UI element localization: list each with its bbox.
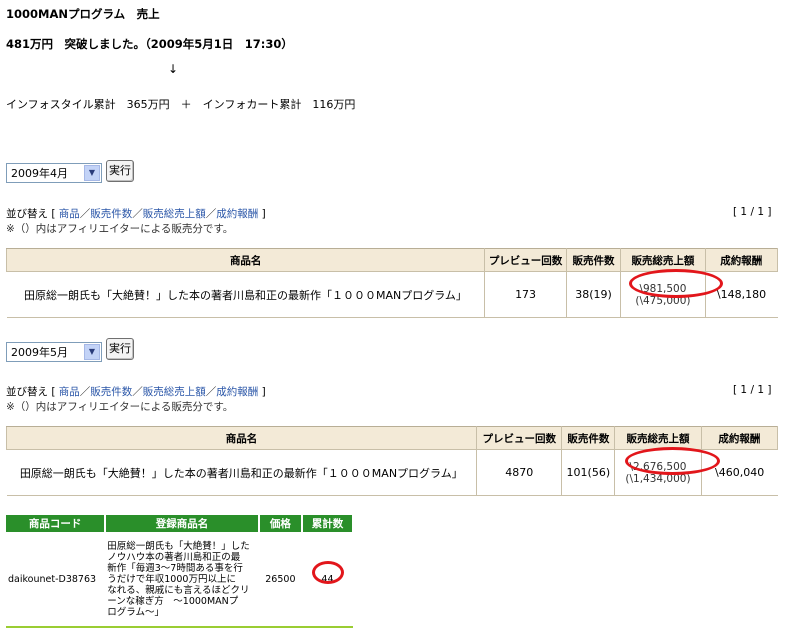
run-button-april[interactable]: 実行 — [106, 160, 134, 182]
highlight-ellipse — [312, 561, 344, 584]
affiliate-note: ※（）内はアフィリエイターによる販売分です。 — [6, 401, 234, 413]
milestone-text: 481万円 突破しました。（2009年5月1日 17:30） — [6, 37, 293, 51]
affiliate-note: ※（）内はアフィリエイターによる販売分です。 — [6, 223, 234, 235]
sort-link-reward[interactable]: 成約報酬 — [216, 208, 258, 220]
registered-name-cell: 田原総一朗氏も「大絶賛！」した ノウハウ本の著者川島和正の最 新作「毎週3～7時… — [107, 540, 250, 618]
table-row: daikounet-D38763 田原総一朗氏も「大絶賛！」した ノウハウ本の著… — [6, 532, 353, 627]
col-price: 価格 — [258, 515, 303, 532]
col-preview-count: プレビュー回数 — [484, 248, 567, 272]
col-product-code: 商品コード — [6, 515, 107, 532]
sales-count-cell: 101(56) — [561, 449, 615, 496]
sort-link-total-sales[interactable]: 販売総売上額 — [143, 386, 206, 398]
pager: [ 1 / 1 ] — [733, 384, 772, 396]
page-title: 1000MANプログラム 売上 — [6, 7, 160, 21]
month-select-value: 2009年5月 — [11, 346, 68, 359]
preview-count-cell: 4870 — [476, 449, 562, 496]
chevron-down-icon: ▼ — [84, 165, 100, 181]
pager: [ 1 / 1 ] — [733, 206, 772, 218]
sort-link-product[interactable]: 商品 — [59, 208, 80, 220]
col-product-name: 商品名 — [5, 248, 486, 272]
sort-bar-april: 並び替え [ 商品／販売件数／販売総売上額／成約報酬 ] — [6, 208, 266, 220]
sort-link-product[interactable]: 商品 — [59, 386, 80, 398]
col-product-name: 商品名 — [5, 426, 478, 450]
product-name-cell: 田原総一朗氏も「大絶賛！」した本の著者川島和正の最新作「１０００MANプログラム… — [6, 271, 485, 318]
col-reward: 成約報酬 — [704, 248, 779, 272]
col-reward: 成約報酬 — [700, 426, 779, 450]
col-sales-count: 販売件数 — [565, 248, 622, 272]
sort-link-sales-count[interactable]: 販売件数 — [90, 208, 132, 220]
sort-link-total-sales[interactable]: 販売総売上額 — [143, 208, 206, 220]
sales-count-cell: 38(19) — [565, 271, 621, 318]
product-table: 商品コード 登録商品名 価格 累計数 daikounet-D38763 田原総一… — [6, 515, 355, 628]
col-total-sales: 販売総売上額 — [614, 426, 702, 450]
preview-count-cell: 173 — [484, 271, 567, 318]
sort-link-sales-count[interactable]: 販売件数 — [90, 386, 132, 398]
highlight-ellipse — [625, 447, 720, 475]
product-name-cell: 田原総一朗氏も「大絶賛！」した本の著者川島和正の最新作「１０００MANプログラム… — [6, 449, 477, 496]
run-button-may[interactable]: 実行 — [106, 338, 134, 360]
month-select-value: 2009年4月 — [11, 167, 68, 180]
cumulative-summary: インフォスタイル累計 365万円 ＋ インフォカート累計 116万円 — [6, 98, 356, 111]
col-cumulative: 累計数 — [301, 515, 355, 532]
highlight-ellipse — [629, 269, 723, 298]
col-total-sales: 販売総売上額 — [620, 248, 706, 272]
product-code-cell: daikounet-D38763 — [8, 573, 97, 585]
down-arrow-icon: ↓ — [168, 62, 179, 76]
price-cell: 26500 — [265, 573, 296, 585]
col-sales-count: 販売件数 — [561, 426, 616, 450]
sort-bar-may: 並び替え [ 商品／販売件数／販売総売上額／成約報酬 ] — [6, 386, 266, 398]
chevron-down-icon: ▼ — [84, 344, 100, 360]
col-preview-count: プレビュー回数 — [476, 426, 563, 450]
month-select-may[interactable]: 2009年5月 ▼ — [6, 342, 102, 362]
sort-link-reward[interactable]: 成約報酬 — [216, 386, 258, 398]
month-select-april[interactable]: 2009年4月 ▼ — [6, 163, 102, 183]
col-registered-name: 登録商品名 — [105, 515, 260, 532]
